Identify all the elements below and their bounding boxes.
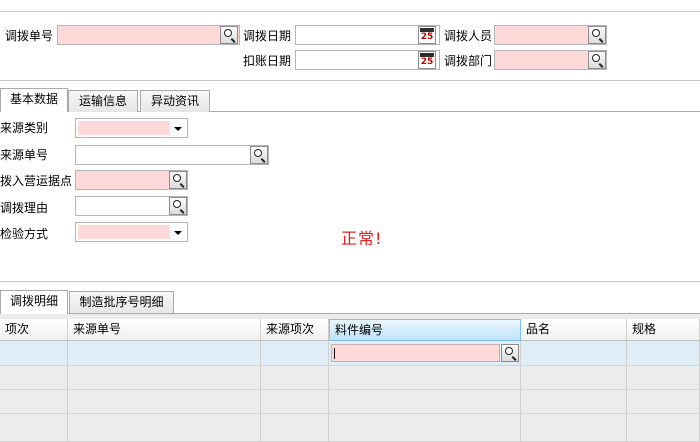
grid-cell[interactable] <box>68 341 261 366</box>
grid-cell[interactable] <box>68 366 261 390</box>
chevron-down-icon <box>174 127 182 131</box>
grid-cell[interactable] <box>329 414 521 442</box>
transfer-person-lookup-button[interactable] <box>588 26 606 44</box>
column-header-item-no[interactable]: 项次 <box>0 319 68 341</box>
magnifier-icon <box>592 29 600 37</box>
transfer-in-site-lookup-button[interactable] <box>169 171 187 189</box>
magnifier-icon <box>505 347 513 355</box>
calendar-icon: 25 <box>420 57 434 67</box>
grid-cell[interactable] <box>0 414 68 442</box>
grid-cell[interactable] <box>0 341 68 366</box>
column-header-spec[interactable]: 规格 <box>627 319 700 341</box>
grid-cell-part-no-editing[interactable] <box>329 341 521 366</box>
grid-cell[interactable] <box>627 414 700 442</box>
status-message: 正常! <box>341 229 383 248</box>
posting-date-label: 扣账日期 <box>243 54 292 68</box>
magnifier-icon <box>224 29 232 37</box>
grid-cell[interactable] <box>0 390 68 414</box>
source-no-label: 来源单号 <box>0 148 49 162</box>
grid-cell[interactable] <box>521 341 627 366</box>
grid-cell[interactable] <box>329 390 521 414</box>
grid-cell[interactable] <box>521 414 627 442</box>
tab-transfer-detail[interactable]: 调拨明细 <box>0 290 68 314</box>
grid-cell[interactable] <box>68 414 261 442</box>
column-header-product-name[interactable]: 品名 <box>521 319 627 341</box>
grid-cell[interactable] <box>261 414 329 442</box>
grid-cell[interactable] <box>521 366 627 390</box>
tab-transport-info[interactable]: 运输信息 <box>68 90 138 112</box>
grid-cell[interactable] <box>329 366 521 390</box>
transfer-no-label: 调拨单号 <box>5 29 54 43</box>
column-header-source-item[interactable]: 来源项次 <box>261 319 329 341</box>
column-header-part-no[interactable]: 料件编号 <box>329 319 521 341</box>
grid-cell[interactable] <box>627 341 700 366</box>
transfer-no-input[interactable] <box>57 25 240 45</box>
source-type-label: 来源类别 <box>0 121 49 135</box>
reason-lookup-button[interactable] <box>169 197 187 215</box>
grid-cell[interactable] <box>627 390 700 414</box>
inspection-label: 检验方式 <box>0 227 49 241</box>
magnifier-icon <box>592 54 600 62</box>
transfer-dept-lookup-button[interactable] <box>588 51 606 69</box>
magnifier-icon <box>173 200 181 208</box>
inspection-select[interactable] <box>75 222 188 242</box>
chevron-down-icon <box>174 231 182 235</box>
part-no-lookup-button[interactable] <box>501 344 519 362</box>
magnifier-icon <box>254 149 262 157</box>
grid-cell[interactable] <box>68 390 261 414</box>
grid-cell[interactable] <box>0 366 68 390</box>
reason-label: 调拨理由 <box>0 201 49 215</box>
source-type-select[interactable] <box>75 118 188 138</box>
transfer-date-label: 调拨日期 <box>243 29 292 43</box>
transfer-in-site-label: 拨入营运据点 <box>0 174 73 188</box>
grid-cell[interactable] <box>627 366 700 390</box>
transfer-person-label: 调拨人员 <box>444 29 493 43</box>
posting-date-calendar-button[interactable]: 25 <box>418 51 436 69</box>
header-divider <box>0 80 700 81</box>
form-bottom-divider <box>0 281 700 282</box>
magnifier-icon <box>173 174 181 182</box>
calendar-icon: 25 <box>420 32 434 42</box>
grid-cell[interactable] <box>521 390 627 414</box>
transfer-dept-label: 调拨部门 <box>444 54 493 68</box>
part-no-input[interactable] <box>331 344 500 362</box>
column-header-source-no[interactable]: 来源单号 <box>68 319 261 341</box>
tab-change-info[interactable]: 异动资讯 <box>140 90 210 112</box>
grid-cell[interactable] <box>261 341 329 366</box>
transfer-date-calendar-button[interactable]: 25 <box>418 26 436 44</box>
source-no-lookup-button[interactable] <box>250 146 268 164</box>
source-no-input[interactable] <box>75 145 269 165</box>
grid-cell[interactable] <box>261 366 329 390</box>
tab-batch-serial-detail[interactable]: 制造批序号明细 <box>69 291 174 313</box>
top-divider <box>0 11 700 12</box>
tab-basic-data[interactable]: 基本数据 <box>0 88 68 112</box>
grid-cell[interactable] <box>261 390 329 414</box>
transfer-no-lookup-button[interactable] <box>220 26 238 44</box>
text-cursor <box>334 348 335 359</box>
